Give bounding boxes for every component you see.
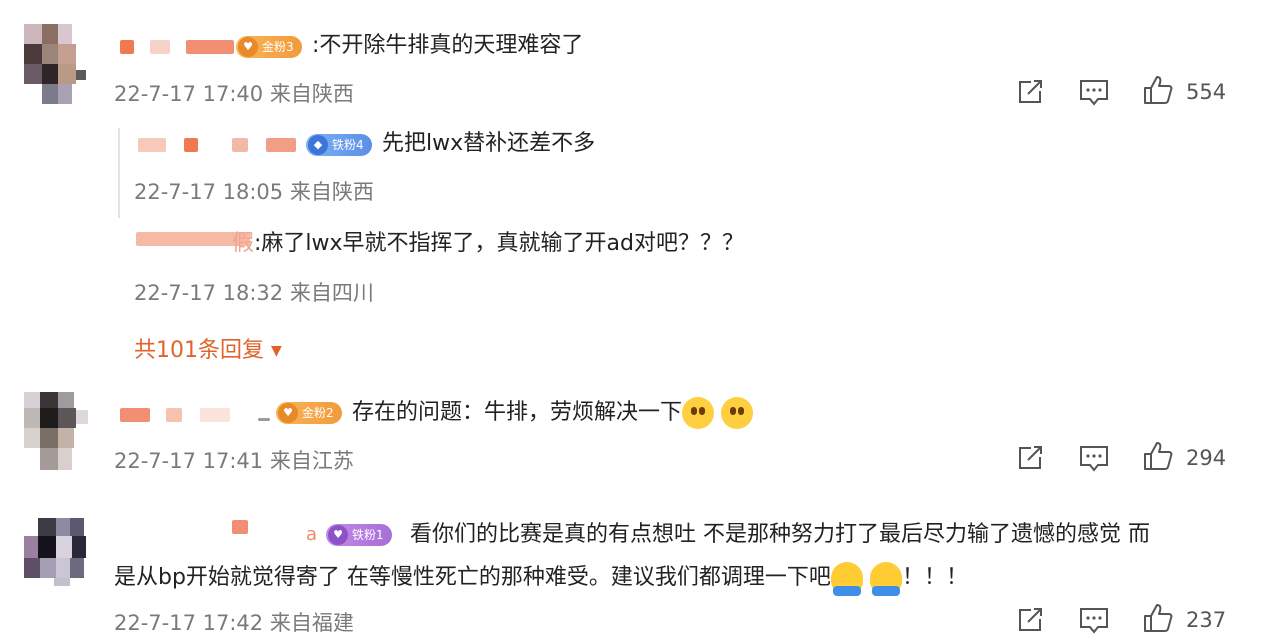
username-blurred[interactable] [266,138,296,152]
heart-icon: ♥ [328,525,348,545]
comment-meta: 22-7-17 17:41 来自江苏 [114,445,354,475]
comment-meta: 22-7-17 17:42 来自福建 [114,607,354,637]
username-blurred[interactable] [184,138,198,152]
username-blurred[interactable] [186,40,234,54]
timestamp: 22-7-17 17:41 [114,449,264,473]
timestamp: 22-7-17 17:40 [114,82,264,106]
comment-icon[interactable] [1078,604,1110,636]
like-count: 294 [1186,446,1227,470]
reply-meta: 22-7-17 18:32 来自四川 [134,277,374,307]
badge-label: 金粉3 [262,40,294,54]
username-fragment[interactable]: a [306,520,317,550]
location: 来自陕西 [289,180,374,204]
location: 来自江苏 [269,449,354,473]
username-blurred[interactable] [200,408,230,422]
badge-label: 金粉2 [302,406,334,420]
username-blurred[interactable] [120,408,150,422]
fan-badge: ♥ 金粉2 [276,402,342,424]
more-replies-link[interactable]: 共101条回复 ▼ [134,332,282,364]
badge-label: 铁粉1 [352,528,384,542]
reply-thread-line [118,128,120,218]
fan-badge: ♥ 铁粉1 [326,524,392,546]
caret-down-icon: ▼ [271,343,282,359]
timestamp: 22-7-17 18:32 [134,281,284,305]
comment-body: 存在的问题：牛排，劳烦解决一下 [352,400,683,425]
happy-face-icon [721,397,754,429]
location: 来自四川 [289,281,374,305]
badge-label: 铁粉4 [332,138,364,152]
share-icon[interactable] [1014,604,1046,636]
like-count: 237 [1186,608,1227,632]
comment-body: 是从bp开始就觉得寄了 在等慢性死亡的那种难受。建议我们都调理一下吧 [114,565,831,590]
comment-text: :不开除牛排真的天理难容了 [312,33,584,58]
comment-icon[interactable] [1078,76,1110,108]
reply-text: 假:麻了lwx早就不指挥了，真就输了开ad对吧？？？ [232,229,744,259]
thumbs-up-icon[interactable] [1142,602,1174,634]
comment-body: 不开除牛排真的天理难容了 [319,33,584,58]
reply-text: 先把lwx替补还差不多 [382,131,596,156]
reply-body: :麻了lwx早就不指挥了，真就输了开ad对吧？？？ [254,231,745,256]
happy-face-icon [682,397,715,429]
username-blurred[interactable] [258,418,270,421]
location: 来自福建 [269,611,354,635]
comment-text-line2: 是从bp开始就觉得寄了 在等慢性死亡的那种难受。建议我们都调理一下吧 ！！！ [114,562,968,596]
avatar[interactable] [24,518,88,598]
timestamp: 22-7-17 17:42 [114,611,264,635]
heart-icon: ♥ [238,37,258,57]
timestamp: 22-7-17 18:05 [134,180,284,204]
username-blurred[interactable] [232,138,248,152]
hug-face-icon [869,562,902,596]
hug-face-icon [830,562,863,596]
like-count: 554 [1186,80,1227,104]
username-fragment[interactable]: 假 [232,231,254,256]
comment-text-line1: 看你们的比赛是真的有点想吐 不是那种努力打了最后尽力输了遗憾的感觉 而 [410,522,1150,547]
comment-icon[interactable] [1078,442,1110,474]
share-icon[interactable] [1014,442,1046,474]
username-blurred[interactable] [138,138,166,152]
more-replies-label: 共101条回复 [134,338,264,363]
username-blurred[interactable] [166,408,182,422]
comment-text: 存在的问题：牛排，劳烦解决一下 [352,397,754,429]
heart-icon: ♥ [278,403,298,423]
diamond-icon: ◆ [308,135,328,155]
fan-badge: ♥ 金粉3 [236,36,302,58]
username-blurred[interactable] [150,40,170,54]
location: 来自陕西 [269,82,354,106]
reply-meta: 22-7-17 18:05 来自陕西 [134,176,374,206]
thumbs-up-icon[interactable] [1142,74,1174,106]
username-blurred[interactable] [232,520,248,534]
avatar[interactable] [24,392,88,472]
avatar[interactable] [24,24,88,104]
comment-suffix: ！！！ [901,565,968,590]
thumbs-up-icon[interactable] [1142,440,1174,472]
fan-badge: ◆ 铁粉4 [306,134,372,156]
username-blurred[interactable] [120,40,134,54]
share-icon[interactable] [1014,76,1046,108]
comment-meta: 22-7-17 17:40 来自陕西 [114,78,354,108]
